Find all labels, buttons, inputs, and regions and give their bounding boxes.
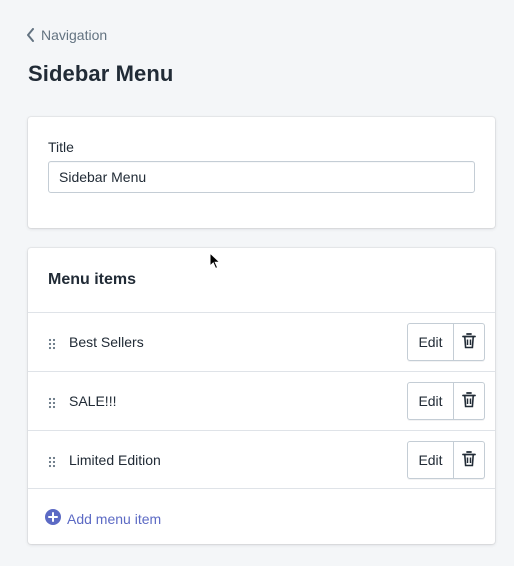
menu-item-row: Limited Edition Edit: [28, 430, 495, 489]
page-title: Sidebar Menu: [28, 61, 174, 86]
menu-items-card: Menu items Best Sellers Edit SALE!!! Edi…: [28, 248, 495, 544]
title-input[interactable]: [48, 161, 475, 193]
breadcrumb[interactable]: Navigation: [26, 27, 107, 43]
breadcrumb-label: Navigation: [41, 27, 108, 43]
delete-button[interactable]: [454, 382, 485, 420]
drag-handle-icon[interactable]: [48, 396, 56, 409]
add-menu-item-button[interactable]: Add menu item: [45, 509, 161, 528]
menu-item-actions: Edit: [407, 441, 485, 479]
chevron-left-icon: [26, 28, 35, 42]
menu-item-label: Best Sellers: [69, 334, 144, 350]
menu-item-row: SALE!!! Edit: [28, 371, 495, 430]
menu-item-label: SALE!!!: [69, 393, 117, 409]
drag-handle-icon[interactable]: [48, 337, 56, 350]
menu-item-list: Best Sellers Edit SALE!!! Edit Limited E…: [28, 312, 495, 489]
edit-button[interactable]: Edit: [407, 441, 454, 479]
trash-icon: [462, 391, 476, 411]
edit-button[interactable]: Edit: [407, 323, 454, 361]
menu-item-actions: Edit: [407, 382, 485, 420]
plus-circle-icon: [45, 509, 61, 528]
drag-handle-icon[interactable]: [48, 455, 56, 468]
page: Navigation Sidebar Menu Title Menu items…: [0, 0, 514, 566]
add-menu-item-label: Add menu item: [67, 510, 162, 527]
menu-item-label: Limited Edition: [69, 452, 161, 468]
delete-button[interactable]: [454, 323, 485, 361]
title-card: Title: [28, 117, 495, 228]
menu-items-heading: Menu items: [48, 271, 137, 288]
menu-item-row: Best Sellers Edit: [28, 312, 495, 371]
edit-button[interactable]: Edit: [407, 382, 454, 420]
delete-button[interactable]: [454, 441, 485, 479]
trash-icon: [462, 450, 476, 470]
menu-item-actions: Edit: [407, 323, 485, 361]
trash-icon: [462, 332, 476, 352]
title-label: Title: [48, 139, 74, 155]
